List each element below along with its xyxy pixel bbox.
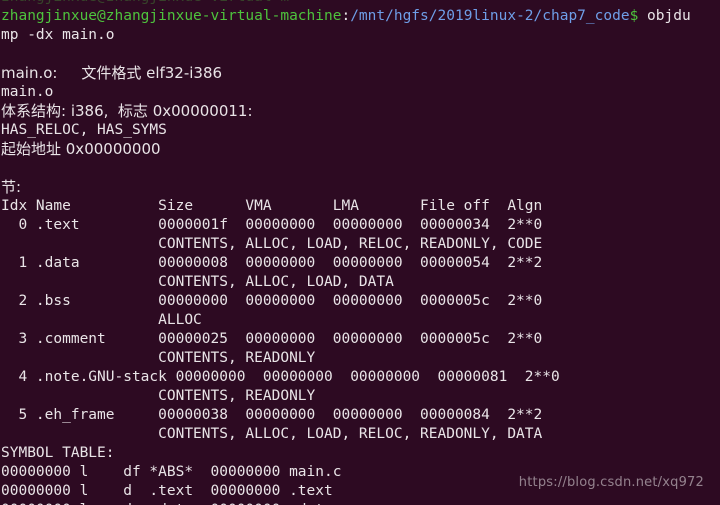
command-input-part1[interactable]: objdu — [638, 8, 691, 24]
section-row: 5 .eh_frame 00000038 00000000 00000000 0… — [1, 406, 720, 425]
section-row-text: 4 .note.GNU-stack 00000000 00000000 0000… — [1, 369, 560, 385]
symbol-table-title: SYMBOL TABLE: — [1, 444, 720, 463]
output-start-address-line: 起始地址 0x00000000 — [1, 140, 720, 159]
section-row: 0 .text 0000001f 00000000 00000000 00000… — [1, 216, 720, 235]
section-row: CONTENTS, READONLY — [1, 387, 720, 406]
section-row: CONTENTS, ALLOC, LOAD, RELOC, READONLY, … — [1, 235, 720, 254]
section-row-text: 5 .eh_frame 00000038 00000000 00000000 0… — [1, 407, 543, 423]
section-row-text: CONTENTS, ALLOC, LOAD, RELOC, READONLY, … — [1, 426, 543, 442]
prompt-user-host: zhangjinxue@zhangjinxue-virtual-machine — [1, 8, 342, 24]
symbol-row: 00000000 l d .data 00000000 .data — [1, 501, 720, 505]
prompt-separator: : — [341, 8, 351, 24]
section-row: ALLOC — [1, 311, 720, 330]
scrollback-partial-text: zhangjinxue@zhangjinxue-virtual-m — [1, 0, 289, 5]
section-row-text: CONTENTS, READONLY — [1, 388, 316, 404]
section-row-text: 2 .bss 00000000 00000000 00000000 000000… — [1, 293, 543, 309]
terminal-command-wrap-line: mp -dx main.o — [1, 26, 720, 45]
output-file-name-line: main.o — [1, 83, 720, 102]
symbol-row: 00000000 l df *ABS* 00000000 main.c — [1, 463, 720, 482]
section-row: CONTENTS, ALLOC, LOAD, RELOC, READONLY, … — [1, 425, 720, 444]
section-row-text: CONTENTS, ALLOC, LOAD, RELOC, READONLY, … — [1, 236, 543, 252]
section-row-text: CONTENTS, ALLOC, LOAD, DATA — [1, 274, 394, 290]
file-name-text: main.o — [1, 84, 54, 100]
symbol-row-text: 00000000 l df *ABS* 00000000 main.c — [1, 464, 342, 480]
output-flags-line: HAS_RELOC, HAS_SYMS — [1, 121, 720, 140]
section-row-text: 0 .text 0000001f 00000000 00000000 00000… — [1, 217, 543, 233]
symbol-row-text: 00000000 l d .text 00000000 .text — [1, 483, 333, 499]
terminal-screen[interactable]: zhangjinxue@zhangjinxue-virtual-m zhangj… — [0, 0, 720, 505]
output-file-format-line: main.o: 文件格式 elf32-i386 — [1, 64, 720, 83]
section-row: 4 .note.GNU-stack 00000000 00000000 0000… — [1, 368, 720, 387]
section-row: CONTENTS, ALLOC, LOAD, DATA — [1, 273, 720, 292]
output-sections-title: 节: — [1, 178, 720, 197]
terminal-prompt-line: zhangjinxue@zhangjinxue-virtual-machine:… — [1, 7, 720, 26]
start-address-text: 起始地址 0x00000000 — [1, 140, 161, 158]
sections-title-text: 节: — [1, 178, 22, 196]
architecture-text: 体系结构: i386, 标志 0x00000011: — [1, 102, 253, 120]
sections-table-header: Idx Name Size VMA LMA File off Algn — [1, 197, 720, 216]
symbol-table-title-text: SYMBOL TABLE: — [1, 445, 115, 461]
prompt-working-dir: /mnt/hgfs/2019linux-2/chap7_code — [350, 8, 630, 24]
section-row-text: 3 .comment 00000025 00000000 00000000 00… — [1, 331, 543, 347]
section-row-text: ALLOC — [1, 312, 202, 328]
section-row: 2 .bss 00000000 00000000 00000000 000000… — [1, 292, 720, 311]
terminal-blank-1 — [1, 45, 720, 64]
terminal-line-scrollback-partial: zhangjinxue@zhangjinxue-virtual-m — [1, 0, 720, 7]
flags-text: HAS_RELOC, HAS_SYMS — [1, 122, 167, 138]
section-row-text: 1 .data 00000008 00000000 00000000 00000… — [1, 255, 543, 271]
section-row-text: CONTENTS, READONLY — [1, 350, 316, 366]
terminal-blank-2 — [1, 159, 720, 178]
symbol-row: 00000000 l d .text 00000000 .text — [1, 482, 720, 501]
output-architecture-line: 体系结构: i386, 标志 0x00000011: — [1, 102, 720, 121]
prompt-symbol: $ — [629, 8, 639, 24]
terminal-window[interactable]: zhangjinxue@zhangjinxue-virtual-m zhangj… — [0, 0, 720, 505]
sections-header-text: Idx Name Size VMA LMA File off Algn — [1, 198, 543, 214]
file-format-text: main.o: 文件格式 elf32-i386 — [1, 64, 223, 82]
section-row: 3 .comment 00000025 00000000 00000000 00… — [1, 330, 720, 349]
section-row: 1 .data 00000008 00000000 00000000 00000… — [1, 254, 720, 273]
section-row: CONTENTS, READONLY — [1, 349, 720, 368]
command-input-part2[interactable]: mp -dx main.o — [1, 27, 115, 43]
